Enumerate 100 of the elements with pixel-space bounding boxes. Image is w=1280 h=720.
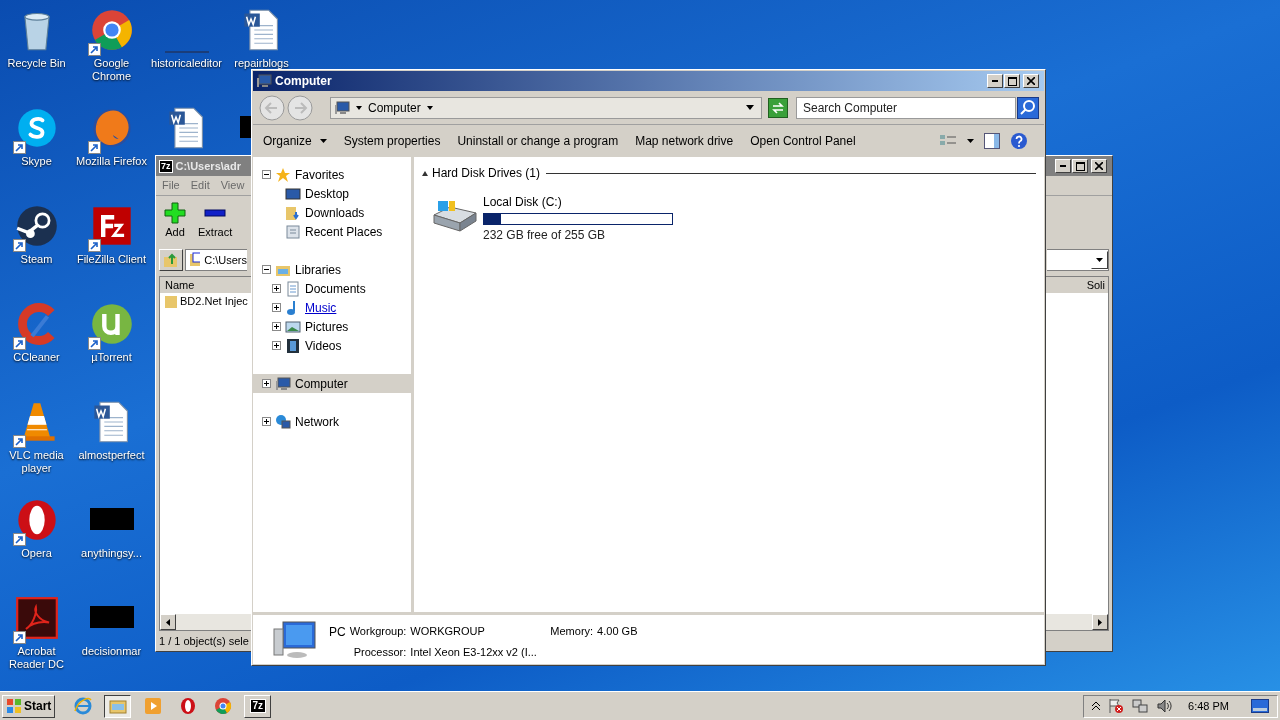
shortcut-arrow-icon: [87, 43, 101, 56]
menu-item[interactable]: View: [220, 177, 245, 194]
close-button[interactable]: [1023, 74, 1039, 88]
flag-error-icon[interactable]: [1108, 698, 1125, 714]
expander-icon[interactable]: [272, 284, 281, 293]
opera-icon: [178, 697, 197, 715]
menu-item[interactable]: Edit: [190, 177, 210, 194]
expander-icon[interactable]: [262, 417, 271, 426]
nav-item[interactable]: Favorites: [253, 165, 411, 184]
desktop-icon-label[interactable]: FileZilla Client: [74, 253, 149, 266]
file-row[interactable]: BD2.Net Injec: [160, 293, 248, 309]
desktop-icon-label[interactable]: historicaleditor: [149, 57, 224, 70]
desktop-icon-label[interactable]: Opera: [0, 547, 74, 560]
desktop-icon-label[interactable]: decisionmar: [74, 645, 149, 658]
nav-item[interactable]: Music: [253, 298, 411, 317]
taskbar-button[interactable]: [104, 694, 132, 718]
desktop-icon-label[interactable]: Google Chrome: [74, 57, 149, 83]
address-bar[interactable]: Computer: [330, 96, 763, 119]
close-icon: [1095, 162, 1103, 170]
nav-item[interactable]: Downloads: [253, 203, 411, 222]
command-button[interactable]: System properties: [343, 132, 441, 150]
nav-item[interactable]: Recent Places: [253, 222, 411, 241]
command-button[interactable]: Organize: [263, 132, 327, 150]
plus-icon: [164, 202, 186, 225]
shortcut-arrow-icon: [87, 337, 101, 350]
column-header[interactable]: Name: [160, 276, 200, 294]
star-icon: [275, 166, 291, 183]
expander-icon[interactable]: [272, 322, 281, 331]
caret-icon[interactable]: [967, 139, 974, 143]
close-button[interactable]: [1091, 159, 1107, 173]
maximize-button[interactable]: [1072, 159, 1088, 173]
caret-icon: [1096, 258, 1103, 262]
search-field[interactable]: Search Computer: [796, 96, 1016, 119]
desktop-icon-label[interactable]: repairblogs: [224, 57, 299, 70]
drive-tile[interactable]: Local Disk (C:) 232 GB free of 255 GB: [430, 193, 1036, 244]
nav-item[interactable]: Videos: [253, 336, 411, 355]
computer-icon: [334, 99, 350, 116]
desktop-icon-label[interactable]: CCleaner: [0, 351, 74, 364]
windows-logo-icon: [6, 698, 22, 714]
history-dropdown-icon[interactable]: [746, 105, 755, 110]
taskbar-button[interactable]: 7z: [244, 694, 272, 718]
command-button[interactable]: Map network drive: [635, 132, 734, 150]
minimize-button[interactable]: [987, 74, 1003, 88]
expander-icon[interactable]: [262, 170, 271, 179]
expander-icon[interactable]: [262, 379, 271, 388]
desktop-icon-label[interactable]: µTorrent: [74, 351, 149, 364]
minimize-button[interactable]: [1055, 159, 1071, 173]
detail-value: WORKGROUP: [410, 624, 486, 639]
desktop-icon-label[interactable]: Recycle Bin: [0, 57, 74, 70]
nav-item[interactable]: Documents: [253, 279, 411, 298]
desktop-icon-label[interactable]: almostperfect: [74, 449, 149, 462]
command-button[interactable]: Uninstall or change a program: [457, 132, 619, 150]
search-icon[interactable]: [1017, 96, 1039, 119]
path-combo-box[interactable]: C:\Users: [185, 249, 247, 271]
scroll-right-button[interactable]: [1092, 614, 1108, 630]
expander-icon[interactable]: [272, 303, 281, 312]
nav-item[interactable]: Libraries: [253, 260, 411, 279]
help-icon[interactable]: [1010, 132, 1028, 150]
expander-icon[interactable]: [262, 265, 271, 274]
folder-icon: [165, 294, 177, 308]
up-folder-button[interactable]: [159, 249, 183, 271]
expander-icon[interactable]: [272, 341, 281, 350]
desktop-icon-label[interactable]: Acrobat Reader DC: [0, 645, 74, 671]
window-title: C:\Users\adr: [175, 158, 241, 174]
show-desktop-icon[interactable]: [1251, 699, 1269, 713]
nav-item[interactable]: Desktop: [253, 184, 411, 203]
dropdown-button[interactable]: [1091, 251, 1108, 269]
desktop-icon-label[interactable]: Steam: [0, 253, 74, 266]
close-icon: [1027, 77, 1035, 85]
clock[interactable]: 6:48 PM: [1188, 697, 1229, 715]
shortcut-arrow-icon: [12, 337, 26, 350]
group-header[interactable]: Hard Disk Drives (1): [432, 164, 540, 182]
network-icon[interactable]: [1132, 698, 1149, 714]
refresh-button[interactable]: [768, 97, 788, 118]
window-title: Computer: [275, 73, 332, 90]
toolbar-button[interactable]: Extract: [196, 202, 235, 241]
caret-icon: [426, 105, 433, 110]
nav-item[interactable]: Pictures: [253, 317, 411, 336]
command-button[interactable]: Open Control Panel: [750, 132, 856, 150]
nav-item[interactable]: Network: [253, 412, 411, 431]
computer-icon: [271, 618, 317, 661]
maximize-button[interactable]: [1004, 74, 1020, 88]
chevron-up-icon[interactable]: [1092, 701, 1101, 711]
start-button[interactable]: Start: [2, 694, 56, 718]
desktop-icon-label[interactable]: anythingsy...: [74, 547, 149, 560]
desktop-icon-label[interactable]: Mozilla Firefox: [74, 155, 149, 168]
desktop-icon-label[interactable]: Skype: [0, 155, 74, 168]
nav-item[interactable]: Computer: [253, 374, 411, 393]
free-space-text: 232 GB free of 255 GB: [483, 227, 607, 244]
menu-item[interactable]: File: [162, 177, 180, 194]
drive-name: Local Disk (C:): [483, 194, 563, 211]
collapse-icon[interactable]: [422, 170, 428, 176]
preview-pane-icon[interactable]: [984, 133, 1000, 149]
picture-icon: [285, 318, 301, 335]
scroll-left-button[interactable]: [160, 614, 176, 630]
speaker-icon[interactable]: [1156, 698, 1173, 714]
toolbar-button[interactable]: Add: [162, 202, 188, 241]
column-header[interactable]: Soli: [1083, 276, 1108, 294]
desktop-icon-label[interactable]: VLC media player: [0, 449, 74, 475]
folder-up-icon: [163, 252, 179, 268]
